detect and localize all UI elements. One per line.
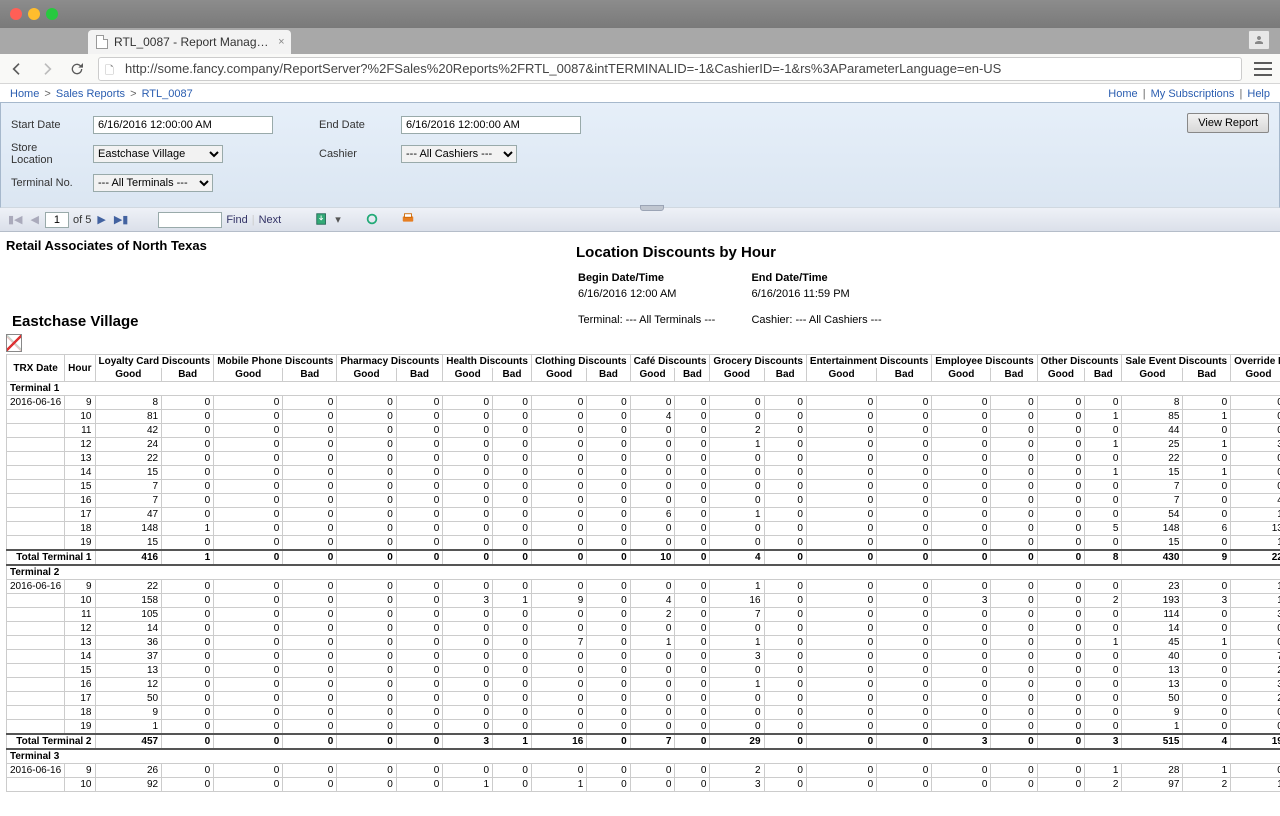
start-date-input[interactable] — [93, 116, 273, 134]
traffic-lights — [10, 8, 58, 20]
table-row: 121400000000000000000001400000 — [7, 622, 1280, 636]
table-row: 181481000000000000000005148613000 — [7, 522, 1280, 536]
refresh-icon[interactable] — [365, 212, 381, 228]
reportviewer-toolbar: ▮◀ ◀ of 5 ▶ ▶▮ Find | Next ▾ — [0, 208, 1280, 232]
table-row: 108100000000040000000018510000 — [7, 410, 1280, 424]
view-report-button[interactable]: View Report — [1187, 113, 1269, 133]
find-input[interactable] — [158, 212, 222, 228]
terminal-total-row: Total Terminal 2457000003116070290003003… — [7, 734, 1280, 749]
url-input[interactable] — [125, 61, 1235, 76]
terminal-header: Terminal 3 — [7, 749, 1280, 764]
tab-title: RTL_0087 - Report Manag… — [114, 35, 269, 49]
store-location-select[interactable]: Eastchase Village — [93, 145, 223, 163]
table-row: 151300000000000000000001302000 — [7, 664, 1280, 678]
tab-close-icon[interactable]: × — [278, 36, 284, 48]
last-page-icon[interactable]: ▶▮ — [112, 213, 131, 226]
table-row: 133600000007010100000014510000 — [7, 636, 1280, 650]
table-row: 161200000000000100000001303000 — [7, 678, 1280, 692]
table-row: 191500000000000000000001501000 — [7, 536, 1280, 551]
terminal-info: Terminal: --- All Terminals --- — [578, 313, 749, 327]
store-loc-label: Store Location — [11, 139, 91, 169]
table-row: 141500000000000000000011510000 — [7, 466, 1280, 480]
table-row: 175000000000000000000005002000 — [7, 692, 1280, 706]
export-dropdown-icon[interactable]: ▾ — [335, 213, 341, 226]
table-row: 2016-06-1692200000000000100000002301020 — [7, 580, 1280, 594]
table-row: 109200000101000300000029721010 — [7, 778, 1280, 792]
report-header: Retail Associates of North Texas Eastcha… — [6, 238, 916, 354]
breadcrumb-bar: Home > Sales Reports > RTL_0087 Home | M… — [0, 84, 1280, 102]
report-title: Location Discounts by Hour — [576, 244, 916, 261]
table-row: 2016-06-16980000000000000000000800010 — [7, 396, 1280, 410]
terminal-header: Terminal 1 — [7, 382, 1280, 396]
location-heading: Eastchase Village — [12, 313, 207, 330]
table-row: 122400000000000100000012513000 — [7, 438, 1280, 452]
report-body: Retail Associates of North Texas Eastcha… — [0, 232, 1280, 816]
print-icon[interactable] — [401, 212, 417, 228]
breadcrumb-sales-reports[interactable]: Sales Reports — [56, 88, 125, 100]
table-row: 11105000000000207000000011403000 — [7, 608, 1280, 622]
hamburger-menu-icon[interactable] — [1254, 62, 1272, 76]
broken-image-icon — [6, 334, 22, 352]
back-button[interactable] — [8, 60, 26, 78]
table-row: 1570000000000000000000700000 — [7, 480, 1280, 494]
minimize-button[interactable] — [28, 8, 40, 20]
close-button[interactable] — [10, 8, 22, 20]
table-row: 1890000000000000000000900000 — [7, 706, 1280, 720]
cashier-label: Cashier — [319, 139, 399, 169]
browser-tab[interactable]: RTL_0087 - Report Manag… × — [88, 30, 291, 54]
company-name: Retail Associates of North Texas — [6, 238, 207, 253]
breadcrumb-rtl0087[interactable]: RTL_0087 — [142, 88, 193, 100]
breadcrumb: Home > Sales Reports > RTL_0087 — [10, 88, 193, 100]
export-icon[interactable] — [315, 212, 331, 228]
breadcrumb-home[interactable]: Home — [10, 88, 39, 100]
maximize-button[interactable] — [46, 8, 58, 20]
reload-button[interactable] — [68, 60, 86, 78]
next-link[interactable]: Next — [259, 214, 282, 226]
link-help[interactable]: Help — [1247, 88, 1270, 100]
browser-tabbar: RTL_0087 - Report Manag… × — [0, 28, 1280, 54]
link-my-subscriptions[interactable]: My Subscriptions — [1151, 88, 1235, 100]
end-date-input[interactable] — [401, 116, 581, 134]
table-row: 114200000000000200000004400000 — [7, 424, 1280, 438]
terminal-header: Terminal 2 — [7, 565, 1280, 580]
address-bar[interactable]: 🗋 — [98, 57, 1242, 81]
table-row: 1910000000000000000000100000 — [7, 720, 1280, 735]
window-titlebar — [0, 0, 1280, 28]
browser-toolbar: 🗋 — [0, 54, 1280, 84]
table-row: 1670000000000000000000704000 — [7, 494, 1280, 508]
table-row: 2016-06-1692600000000000200000012810020 — [7, 764, 1280, 778]
site-icon: 🗋 — [105, 62, 119, 76]
start-date-label: Start Date — [11, 113, 91, 137]
page-number-input[interactable] — [45, 212, 69, 228]
terminal-label: Terminal No. — [11, 171, 91, 195]
begin-dt-value: 6/16/2016 12:00 AM — [578, 287, 749, 301]
first-page-icon[interactable]: ▮◀ — [6, 213, 25, 226]
begin-dt-label: Begin Date/Time — [578, 271, 749, 285]
page-icon — [96, 35, 108, 49]
next-page-icon[interactable]: ▶ — [95, 213, 107, 226]
parameter-panel: Start Date End Date Store Location Eastc… — [0, 102, 1280, 208]
forward-button[interactable] — [38, 60, 56, 78]
page-of-label: of 5 — [73, 214, 91, 226]
prev-page-icon[interactable]: ◀ — [29, 213, 41, 226]
find-link[interactable]: Find — [226, 214, 247, 226]
profile-button[interactable] — [1248, 30, 1270, 50]
end-dt-value: 6/16/2016 11:59 PM — [751, 287, 914, 301]
cashier-select[interactable]: --- All Cashiers --- — [401, 145, 517, 163]
cashier-info: Cashier: --- All Cashiers --- — [751, 313, 914, 327]
link-home[interactable]: Home — [1108, 88, 1137, 100]
terminal-select[interactable]: --- All Terminals --- — [93, 174, 213, 192]
table-row: 132200000000000000000002200000 — [7, 452, 1280, 466]
table-row: 174700000000060100000005401000 — [7, 508, 1280, 522]
end-date-label: End Date — [319, 113, 399, 137]
terminal-total-row: Total Terminal 1416100000000100400000084… — [7, 550, 1280, 565]
top-links: Home | My Subscriptions | Help — [1108, 88, 1270, 100]
discounts-table: TRX DateHourLoyalty Card DiscountsMobile… — [6, 354, 1280, 792]
table-row: 101580000031904016000300219331010 — [7, 594, 1280, 608]
panel-collapse-handle[interactable] — [640, 205, 664, 211]
table-row: 143700000000000300000004007000 — [7, 650, 1280, 664]
end-dt-label: End Date/Time — [751, 271, 914, 285]
